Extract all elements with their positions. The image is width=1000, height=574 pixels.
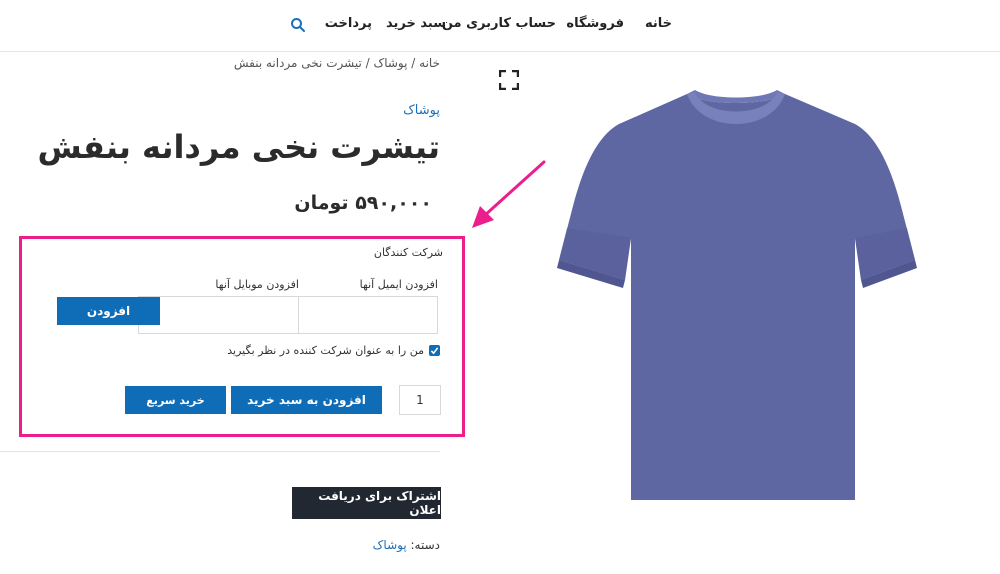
participant-mobile-input[interactable]: [138, 296, 299, 334]
add-to-cart-button[interactable]: افزودن به سبد خرید: [231, 386, 382, 414]
mobile-field-label: افزودن موبایل آنها: [215, 278, 299, 291]
breadcrumb-home[interactable]: خانه: [419, 56, 440, 70]
email-field-label: افزودن ایمیل آنها: [359, 278, 438, 291]
participant-email-input[interactable]: [298, 296, 438, 334]
checkmark-icon: [430, 347, 439, 355]
breadcrumb-category[interactable]: پوشاک: [373, 56, 407, 70]
breadcrumb-separator: /: [407, 56, 420, 70]
section-divider: [0, 451, 440, 452]
product-title: تیشرت نخی مردانه بنفش: [37, 128, 441, 166]
add-participant-button[interactable]: افزودن: [57, 297, 160, 325]
product-meta-category: دسته: پوشاک: [373, 538, 440, 552]
nav-checkout-link[interactable]: پرداخت: [325, 16, 372, 31]
fullscreen-icon[interactable]: [499, 70, 519, 90]
subscribe-notification-button[interactable]: اشتراک برای دریافت اعلان: [292, 487, 441, 519]
quantity-input[interactable]: 1: [399, 385, 441, 415]
product-price: ۵۹۰,۰۰۰ تومان: [294, 192, 432, 214]
category-meta-label: دسته:: [410, 538, 441, 552]
product-category-link[interactable]: پوشاک: [403, 103, 440, 118]
category-meta-link[interactable]: پوشاک: [373, 538, 407, 552]
self-participant-checkbox[interactable]: [429, 345, 440, 356]
nav-shop-link[interactable]: فروشگاه: [566, 16, 624, 31]
nav-account-link[interactable]: حساب کاربری من: [442, 16, 556, 31]
breadcrumb-separator: /: [361, 56, 374, 70]
breadcrumb-current: تیشرت نخی مردانه بنفش: [233, 56, 362, 70]
nav-cart-link[interactable]: سبد خرید: [386, 16, 446, 31]
nav-home-link[interactable]: خانه: [645, 16, 672, 31]
buy-now-button[interactable]: خرید سریع: [125, 386, 226, 414]
self-participant-label: من را به عنوان شرکت کننده در نظر بگیرید: [227, 344, 424, 357]
top-navigation: خانه فروشگاه حساب کاربری من سبد خرید پرد…: [0, 0, 1000, 52]
participants-heading: شرکت کنندگان: [373, 246, 443, 259]
annotation-arrow-icon: [472, 160, 546, 228]
product-image-tshirt[interactable]: [555, 88, 917, 504]
self-participant-option: من را به عنوان شرکت کننده در نظر بگیرید: [227, 344, 440, 357]
breadcrumb: خانه / پوشاک / تیشرت نخی مردانه بنفش: [234, 56, 440, 70]
search-icon[interactable]: [290, 17, 306, 33]
